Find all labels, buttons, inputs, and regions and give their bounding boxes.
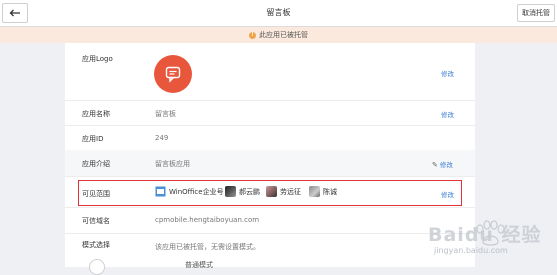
logo-row: 应用Logo 修改 (65, 43, 475, 101)
mode-row: 模式选择 该应用已被托管，无需设置模式。 普通模式 (65, 233, 475, 269)
hosted-notice-text: 此应用已被托管 (259, 31, 308, 39)
app-intro-row: 应用介绍 留言板应用 ✎ 修改 (65, 150, 475, 177)
domain-label: 可信域名 (82, 217, 110, 225)
mode-option-label: 普通模式 (185, 261, 213, 269)
edit-logo-link[interactable]: 修改 (441, 68, 454, 78)
app-name-label: 应用名称 (82, 110, 110, 118)
domain-value: cpmobile.hengtaiboyuan.com (155, 216, 260, 224)
normal-mode-radio[interactable] (89, 259, 105, 275)
app-name-row: 应用名称 留言板 修改 (65, 100, 475, 126)
edit-intro-label: 修改 (439, 161, 453, 169)
app-name-value: 留言板 (155, 110, 176, 118)
edit-name-link[interactable]: 修改 (441, 109, 454, 119)
edit-intro-link[interactable]: ✎ 修改 (432, 159, 453, 169)
top-bar: 留言板 取消托管 (0, 0, 557, 27)
app-id-row: 应用ID 249 (65, 125, 475, 151)
watermark-subtext: jingyan.baidu.com (434, 246, 508, 255)
logo-label: 应用Logo (82, 55, 113, 63)
info-icon: ! (249, 31, 256, 39)
page-title: 留言板 (266, 8, 291, 17)
visibility-highlight-frame (78, 180, 462, 206)
mode-label: 模式选择 (82, 241, 110, 249)
cancel-hosting-button[interactable]: 取消托管 (517, 4, 555, 22)
app-id-value: 249 (155, 134, 169, 142)
mode-note: 该应用已被托管，无需设置模式。 (155, 243, 260, 251)
app-settings-panel: 应用Logo 修改 应用名称 留言板 修改 应用ID 249 应用介绍 留言板应… (65, 43, 475, 269)
message-board-icon (165, 66, 181, 83)
app-id-label: 应用ID (82, 135, 104, 143)
pencil-icon: ✎ (432, 161, 438, 169)
hosted-notice-banner: ! 此应用已被托管 (0, 27, 557, 43)
watermark-text: Baidu 经验 (428, 224, 542, 246)
app-intro-value: 留言板应用 (155, 160, 190, 168)
baidu-watermark: Baidu 经验 jingyan.baidu.com (420, 210, 552, 260)
app-logo (154, 55, 192, 93)
domain-row: 可信域名 cpmobile.hengtaiboyuan.com (65, 207, 475, 234)
app-intro-label: 应用介绍 (82, 160, 110, 168)
